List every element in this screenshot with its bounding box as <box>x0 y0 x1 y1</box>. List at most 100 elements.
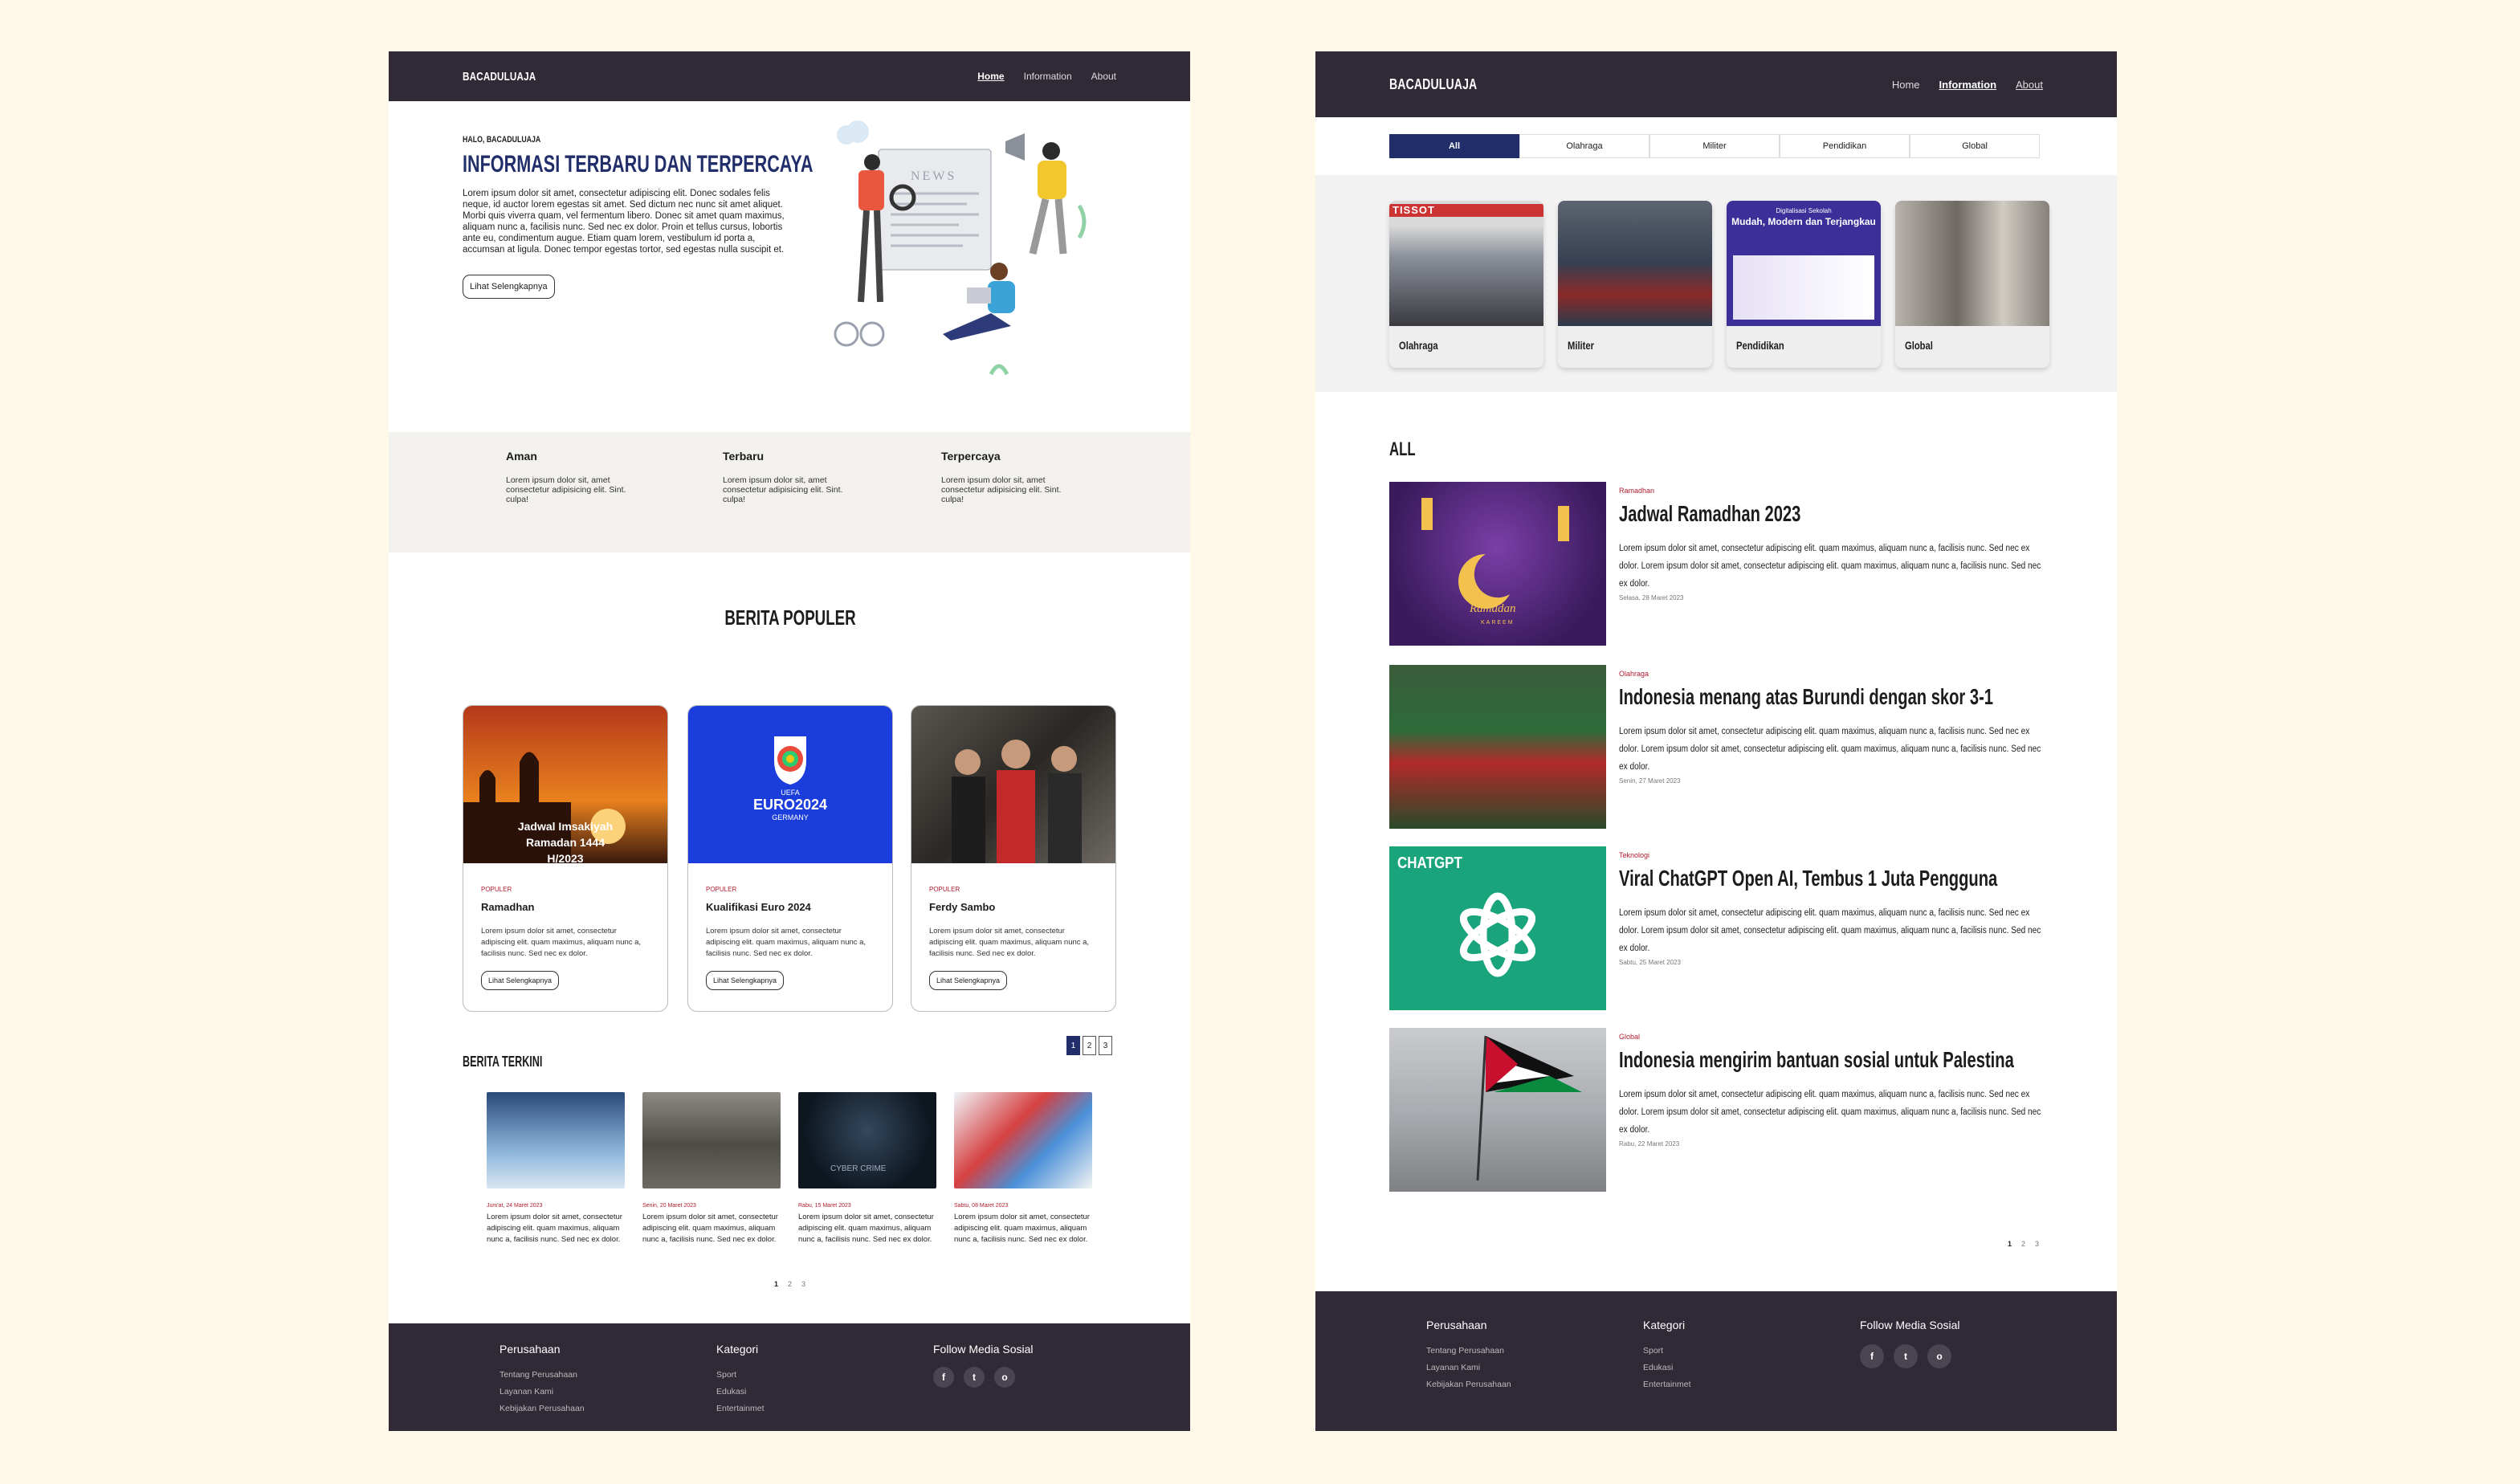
feature-title: Terbaru <box>723 450 765 463</box>
latest-card[interactable]: Jum'at, 24 Maret 2023 Lorem ipsum dolor … <box>487 1092 625 1246</box>
feature-title: Aman <box>506 450 537 463</box>
footer-social-title: Follow Media Sosial <box>1860 1319 1960 1331</box>
latest-card[interactable]: CYBER CRIME Rabu, 15 Maret 2023 Lorem ip… <box>798 1092 936 1246</box>
footer-link[interactable]: Entertainmet <box>1643 1376 1691 1393</box>
twitter-icon[interactable]: t <box>1894 1344 1918 1368</box>
news-title[interactable]: Viral ChatGPT Open AI, Tembus 1 Juta Pen… <box>1619 866 1997 891</box>
card-image-caption: Jadwal Imsakiyah Ramadan 1444 H/2023 <box>517 820 614 865</box>
news-list-section: ALL Ramadan KAREEM Ramadhan Jadwal Ramad… <box>1315 392 2117 1291</box>
card-tag: POPULER <box>706 886 737 893</box>
ramadan-text: Ramadan <box>1470 602 1516 615</box>
footer-link[interactable]: Edukasi <box>1643 1360 1691 1376</box>
footer-company-title: Perusahaan <box>500 1343 561 1356</box>
category-image: Digitalisasi Sekolah Mudah, Modern dan T… <box>1727 201 1881 326</box>
footer-link[interactable]: Sport <box>1643 1343 1691 1360</box>
feature-text: Lorem ipsum dolor sit, amet consectetur … <box>506 475 626 504</box>
card-title: Ferdy Sambo <box>929 901 996 913</box>
information-page: BACADULUAJA Home Information About All O… <box>1315 51 2117 1431</box>
latest-card[interactable]: Sabtu, 08 Maret 2023 Lorem ipsum dolor s… <box>954 1092 1092 1246</box>
news-item[interactable]: CHATGPT Teknologi Viral ChatGPT Open AI,… <box>1389 846 2048 1010</box>
card-more-button[interactable]: Lihat Selengkapnya <box>481 971 560 990</box>
footer-link[interactable]: Sport <box>716 1367 765 1384</box>
card-image: UEFA EURO2024 GERMANY <box>688 706 892 863</box>
footer-link[interactable]: Edukasi <box>716 1384 765 1400</box>
category-image: TISSOT <box>1389 201 1543 326</box>
category-filter-bar: All Olahraga Militer Pendidikan Global <box>1315 117 2117 175</box>
latest-date: Senin, 20 Maret 2023 <box>642 1203 696 1209</box>
popular-card-sambo[interactable]: POPULER Ferdy Sambo Lorem ipsum dolor si… <box>911 705 1116 1012</box>
footer-link[interactable]: Layanan Kami <box>1426 1360 1511 1376</box>
news-item[interactable]: Olahraga Indonesia menang atas Burundi d… <box>1389 665 2048 829</box>
nav-home[interactable]: Home <box>1892 79 1920 91</box>
brand-logo[interactable]: BACADULUAJA <box>463 70 536 84</box>
hero-title: INFORMASI TERBARU DAN TERPERCAYA <box>463 151 813 177</box>
page-1[interactable]: 1 <box>774 1280 778 1288</box>
news-image <box>1389 665 1606 829</box>
nav-about[interactable]: About <box>2016 79 2043 91</box>
footer-link[interactable]: Tentang Perusahaan <box>1426 1343 1511 1360</box>
hero-more-button[interactable]: Lihat Selengkapnya <box>463 275 555 299</box>
facebook-icon[interactable]: f <box>1860 1344 1884 1368</box>
news-text: Lorem ipsum dolor sit amet, consectetur … <box>1619 727 2041 772</box>
brand-logo[interactable]: BACADULUAJA <box>1389 76 1477 93</box>
nav-home[interactable]: Home <box>977 71 1004 82</box>
news-date: Sabtu, 25 Maret 2023 <box>1619 959 1681 966</box>
social-icons: f t o <box>933 1367 1034 1388</box>
news-date: Senin, 27 Maret 2023 <box>1619 777 1681 785</box>
footer-category: Kategori Sport Edukasi Entertainmet <box>1643 1319 1691 1393</box>
news-tag: Ramadhan <box>1619 487 1655 495</box>
instagram-icon[interactable]: o <box>1927 1344 1951 1368</box>
page-3[interactable]: 3 <box>2035 1240 2039 1248</box>
feature-text: Lorem ipsum dolor sit, amet consectetur … <box>941 475 1062 504</box>
latest-image <box>642 1092 781 1188</box>
filter-olahraga[interactable]: Olahraga <box>1519 134 1649 158</box>
category-card-militer[interactable]: Militer <box>1558 201 1712 368</box>
category-label: Olahraga <box>1399 339 1438 352</box>
filter-pendidikan[interactable]: Pendidikan <box>1780 134 1910 158</box>
news-title[interactable]: Indonesia menang atas Burundi dengan sko… <box>1619 684 1993 710</box>
page-1[interactable]: 1 <box>2008 1240 2012 1248</box>
footer-category: Kategori Sport Edukasi Entertainmet <box>716 1343 765 1417</box>
page-3[interactable]: 3 <box>801 1280 805 1288</box>
news-item[interactable]: Ramadan KAREEM Ramadhan Jadwal Ramadhan … <box>1389 482 2048 646</box>
feature-text: Lorem ipsum dolor sit, amet consectetur … <box>723 475 843 504</box>
feature-title: Terpercaya <box>941 450 1001 463</box>
news-text: Lorem ipsum dolor sit amet, consectetur … <box>1619 908 2041 953</box>
news-item[interactable]: Global Indonesia mengirim bantuan sosial… <box>1389 1028 2048 1192</box>
page-1[interactable]: 1 <box>1066 1036 1080 1055</box>
category-card-olahraga[interactable]: TISSOT Olahraga <box>1389 201 1543 368</box>
footer-link[interactable]: Entertainmet <box>716 1400 765 1417</box>
footer-link[interactable]: Kebijakan Perusahaan <box>1426 1376 1511 1393</box>
news-date: Rabu, 22 Maret 2023 <box>1619 1140 1680 1148</box>
card-more-button[interactable]: Lihat Selengkapnya <box>929 971 1008 990</box>
facebook-icon[interactable]: f <box>933 1367 954 1388</box>
news-title[interactable]: Jadwal Ramadhan 2023 <box>1619 501 1800 527</box>
euro-logo-text: EURO2024 <box>752 797 828 813</box>
nav-about[interactable]: About <box>1091 71 1116 82</box>
footer-category-title: Kategori <box>716 1343 759 1356</box>
footer-link[interactable]: Tentang Perusahaan <box>500 1367 585 1384</box>
card-more-button[interactable]: Lihat Selengkapnya <box>706 971 785 990</box>
instagram-icon[interactable]: o <box>994 1367 1015 1388</box>
page-2[interactable]: 2 <box>1083 1036 1096 1055</box>
latest-text: Lorem ipsum dolor sit amet, consectetur … <box>954 1213 1090 1244</box>
nav-information[interactable]: Information <box>1939 79 1997 91</box>
popular-card-euro[interactable]: UEFA EURO2024 GERMANY POPULER Kualifikas… <box>687 705 893 1012</box>
footer-social: Follow Media Sosial f t o <box>1860 1319 1960 1368</box>
filter-global[interactable]: Global <box>1910 134 2040 158</box>
latest-card[interactable]: Senin, 20 Maret 2023 Lorem ipsum dolor s… <box>642 1092 781 1246</box>
category-card-pendidikan[interactable]: Digitalisasi Sekolah Mudah, Modern dan T… <box>1727 201 1881 368</box>
news-title[interactable]: Indonesia mengirim bantuan sosial untuk … <box>1619 1047 2014 1073</box>
category-card-global[interactable]: Global <box>1895 201 2049 368</box>
page-3[interactable]: 3 <box>1099 1036 1112 1055</box>
page-2[interactable]: 2 <box>788 1280 792 1288</box>
page-2[interactable]: 2 <box>2021 1240 2025 1248</box>
footer-link[interactable]: Kebijakan Perusahaan <box>500 1400 585 1417</box>
twitter-icon[interactable]: t <box>964 1367 985 1388</box>
category-cards: TISSOT Olahraga Militer Digitalisasi Sek… <box>1315 175 2117 392</box>
nav-information[interactable]: Information <box>1024 71 1072 82</box>
filter-militer[interactable]: Militer <box>1649 134 1780 158</box>
footer-link[interactable]: Layanan Kami <box>500 1384 585 1400</box>
filter-all[interactable]: All <box>1389 134 1519 158</box>
popular-card-ramadhan[interactable]: Jadwal Imsakiyah Ramadan 1444 H/2023 POP… <box>463 705 668 1012</box>
